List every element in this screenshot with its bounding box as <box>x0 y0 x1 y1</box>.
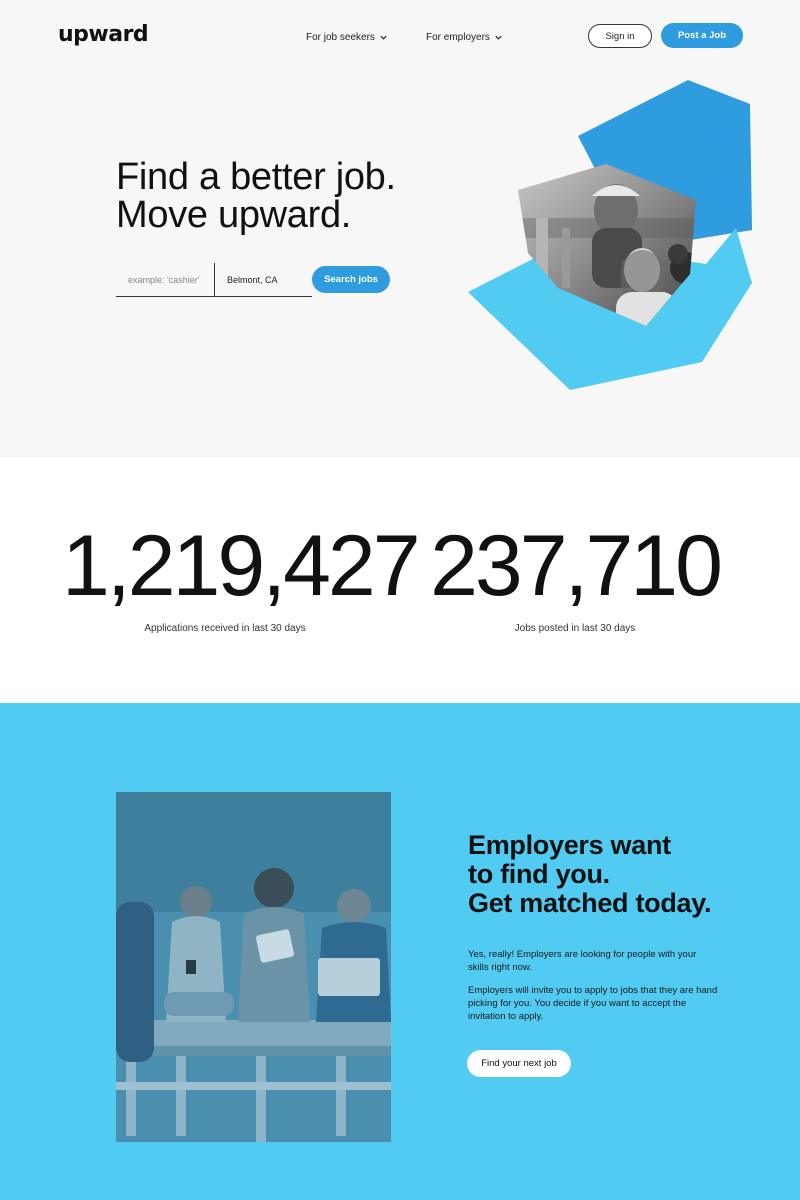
nav-employers-label: For employers <box>426 32 490 43</box>
post-job-button[interactable]: Post a Job <box>661 23 743 48</box>
nav-employers[interactable]: For employers <box>426 32 503 43</box>
location-input[interactable] <box>215 263 312 296</box>
match-headline-line3: Get matched today. <box>468 888 712 918</box>
nav-job-seekers-label: For job seekers <box>306 32 375 43</box>
match-headline-line2: to find you. <box>468 859 610 889</box>
match-paragraph-2: Employers will invite you to apply to jo… <box>468 985 718 1022</box>
hero-headline-line1: Find a better job. <box>116 156 396 198</box>
job-keyword-input[interactable] <box>116 263 214 296</box>
chevron-down-icon <box>495 35 502 40</box>
hero-section: upward For job seekers For employers Sig… <box>0 0 800 457</box>
match-headline-line1: Employers want <box>468 830 671 860</box>
search-jobs-button[interactable]: Search jobs <box>312 266 390 293</box>
match-headline: Employers want to find you. Get matched … <box>468 831 711 918</box>
people-with-devices-photo <box>116 792 391 1142</box>
hero-headline: Find a better job. Move upward. <box>116 158 396 234</box>
get-matched-section: Employers want to find you. Get matched … <box>0 703 800 1200</box>
applications-label: Applications received in last 30 days <box>144 623 306 634</box>
find-next-job-button[interactable]: Find your next job <box>467 1050 571 1077</box>
jobs-posted-label: Jobs posted in last 30 days <box>514 623 636 634</box>
hero-headline-line2: Move upward. <box>116 194 352 236</box>
applications-count: 1,219,427 <box>62 518 421 614</box>
jobs-posted-count: 237,710 <box>430 518 723 614</box>
upward-logo[interactable]: upward <box>58 22 149 47</box>
job-search-form <box>116 263 312 297</box>
sign-in-button[interactable]: Sign in <box>588 24 652 48</box>
stats-section: 1,219,427 Applications received in last … <box>0 457 800 703</box>
chevron-down-icon <box>380 35 387 40</box>
hero-hexagon-illustration <box>468 80 752 390</box>
nav-job-seekers[interactable]: For job seekers <box>306 32 388 43</box>
match-paragraph-1: Yes, really! Employers are looking for p… <box>468 949 697 973</box>
